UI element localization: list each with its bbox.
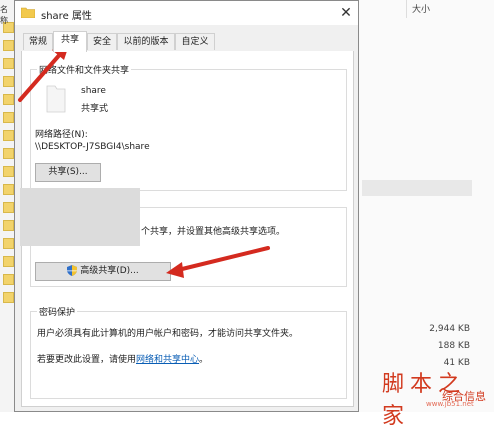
password-protection-text: 用户必须具有此计算机的用户帐户和密码，才能访问共享文件夹。 xyxy=(37,329,299,339)
folder-icon xyxy=(3,130,14,141)
close-icon: ✕ xyxy=(340,5,352,21)
folder-icon xyxy=(3,184,14,195)
explorer-file-list-strip xyxy=(0,0,15,412)
dialog-title: share 属性 xyxy=(41,11,92,22)
network-sharing-group: 网络文件和文件夹共享 share 共享式 网络路径(N): \\DESKTOP-… xyxy=(30,63,347,191)
close-button[interactable]: ✕ xyxy=(337,4,355,22)
uac-shield-icon xyxy=(67,265,78,276)
watermark-url: www.jb51.net xyxy=(426,400,474,408)
folder-icon xyxy=(3,166,14,177)
share-button[interactable]: 共享(S)... xyxy=(35,163,101,182)
shared-folder-name: share xyxy=(81,86,106,96)
file-size-cell: 188 KB xyxy=(437,341,470,351)
size-column-header[interactable]: 大小 xyxy=(412,2,472,16)
folder-icon xyxy=(3,148,14,159)
folder-icon xyxy=(3,40,14,51)
network-sharing-center-link[interactable]: 网络和共享中心 xyxy=(136,355,199,365)
column-divider[interactable] xyxy=(406,0,407,18)
folder-icon xyxy=(3,94,14,105)
advanced-sharing-button[interactable]: 高级共享(D)... xyxy=(35,262,171,281)
network-path-label: 网络路径(N): xyxy=(35,130,88,140)
folder-icon xyxy=(3,112,14,123)
folder-icon xyxy=(3,202,14,213)
tab-bar: 常规 共享 安全 以前的版本 自定义 xyxy=(21,31,354,52)
tab-general[interactable]: 常规 xyxy=(23,33,53,50)
folder-icon xyxy=(3,76,14,87)
folder-icon xyxy=(3,58,14,69)
advanced-sharing-button-label: 高级共享(D)... xyxy=(80,266,139,276)
advanced-sharing-description: 个共享，并设置其他高级共享选项。 xyxy=(141,227,286,237)
site-watermark: 脚本之家 综合信息 www.jb51.net xyxy=(382,366,492,429)
password-protection-group-title: 密码保护 xyxy=(37,305,78,318)
network-sharing-group-title: 网络文件和文件夹共享 xyxy=(37,63,132,76)
folder-icon xyxy=(3,220,14,231)
change-setting-suffix: 。 xyxy=(199,355,209,365)
change-setting-prefix: 若要更改此设置，请使用 xyxy=(37,355,137,365)
folder-icon xyxy=(3,274,14,285)
name-column-header[interactable]: 名称 xyxy=(0,4,14,26)
file-size-cell: 2,944 KB xyxy=(429,324,470,334)
change-setting-text: 若要更改此设置，请使用网络和共享中心。 xyxy=(37,352,208,365)
folder-icon xyxy=(3,238,14,249)
shared-folder-status: 共享式 xyxy=(81,104,109,114)
folder-icon xyxy=(3,292,14,303)
folder-icon xyxy=(46,85,66,113)
tab-previous-versions[interactable]: 以前的版本 xyxy=(117,33,175,50)
title-bar[interactable]: share 属性 ✕ xyxy=(15,1,358,25)
blurred-region xyxy=(20,188,140,246)
scrollbar-thumb[interactable] xyxy=(362,180,472,196)
folder-icon xyxy=(21,7,35,18)
tab-sharing[interactable]: 共享 xyxy=(53,31,87,52)
folder-icon xyxy=(3,256,14,267)
network-path-value: \\DESKTOP-J7SBGI4\share xyxy=(35,142,150,152)
tab-security[interactable]: 安全 xyxy=(87,33,117,50)
tab-customize[interactable]: 自定义 xyxy=(175,33,215,50)
password-protection-group: 密码保护 用户必须具有此计算机的用户帐户和密码，才能访问共享文件夹。 若要更改此… xyxy=(30,305,347,399)
